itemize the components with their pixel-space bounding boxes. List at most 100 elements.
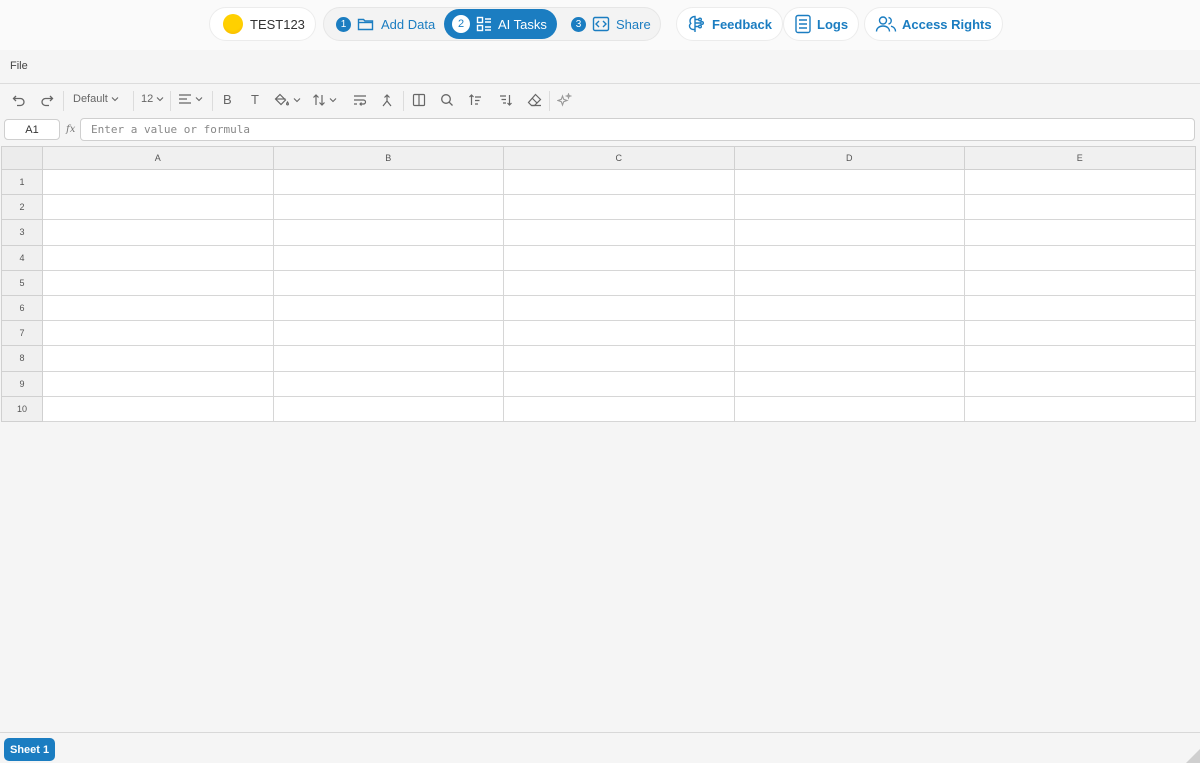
step-ai-tasks[interactable]: 2 AI Tasks (444, 9, 557, 39)
access-rights-button[interactable]: Access Rights (864, 7, 1003, 41)
grid-cell[interactable] (43, 371, 274, 397)
project-selector[interactable]: TEST123 (209, 7, 316, 41)
select-all-corner[interactable] (1, 146, 43, 170)
grid-cell[interactable] (43, 195, 274, 221)
font-family-select[interactable]: Default (73, 93, 119, 105)
row-header[interactable]: 9 (1, 371, 43, 397)
column-header[interactable]: B (273, 146, 504, 170)
file-menu[interactable]: File (10, 60, 28, 72)
grid-cell[interactable] (273, 346, 504, 372)
text-style-button[interactable]: T (251, 92, 259, 107)
grid-cell[interactable] (965, 396, 1196, 422)
grid-cell[interactable] (965, 296, 1196, 322)
grid-cell[interactable] (273, 296, 504, 322)
grid-cell[interactable] (734, 270, 965, 296)
row-header[interactable]: 7 (1, 321, 43, 347)
grid-cell[interactable] (965, 346, 1196, 372)
grid-cell[interactable] (43, 296, 274, 322)
wrap-text-icon[interactable] (353, 93, 367, 107)
row-header[interactable]: 1 (1, 170, 43, 196)
grid-cell[interactable] (734, 296, 965, 322)
grid-cell[interactable] (273, 396, 504, 422)
bold-button[interactable]: B (223, 92, 232, 107)
grid-cell[interactable] (504, 245, 735, 271)
grid-cell[interactable] (43, 245, 274, 271)
grid-cell[interactable] (43, 170, 274, 196)
grid-cell[interactable] (273, 220, 504, 246)
logs-button[interactable]: Logs (783, 7, 860, 41)
chevron-down-icon (293, 97, 301, 103)
column-header[interactable]: C (504, 146, 735, 170)
grid-cell[interactable] (965, 170, 1196, 196)
grid-cell[interactable] (734, 220, 965, 246)
sort-select[interactable] (312, 93, 337, 107)
row-header[interactable]: 6 (1, 296, 43, 322)
font-size-select[interactable]: 12 (141, 93, 164, 105)
grid-cell[interactable] (504, 321, 735, 347)
formula-input[interactable] (80, 118, 1195, 141)
grid-cell[interactable] (734, 346, 965, 372)
grid-cell[interactable] (43, 270, 274, 296)
row-header[interactable]: 10 (1, 396, 43, 422)
grid-cell[interactable] (504, 220, 735, 246)
redo-icon[interactable] (40, 93, 54, 107)
fill-color-select[interactable] (274, 93, 301, 107)
row-header[interactable]: 5 (1, 270, 43, 296)
feedback-button[interactable]: Feedback (676, 7, 783, 41)
grid-cell[interactable] (965, 220, 1196, 246)
row-header[interactable]: 8 (1, 346, 43, 372)
column-header[interactable]: E (965, 146, 1196, 170)
grid-cell[interactable] (965, 270, 1196, 296)
search-icon[interactable] (440, 93, 454, 107)
grid-cell[interactable] (965, 195, 1196, 221)
row-header[interactable]: 2 (1, 195, 43, 221)
grid-cell[interactable] (504, 170, 735, 196)
grid-cell[interactable] (965, 371, 1196, 397)
toolbar-divider (63, 91, 64, 111)
ai-sparkle-icon[interactable] (557, 93, 572, 108)
grid-cell[interactable] (734, 245, 965, 271)
sort-ascending-icon[interactable] (468, 93, 482, 107)
grid-cell[interactable] (965, 321, 1196, 347)
merge-icon[interactable] (380, 93, 394, 107)
grid-cell[interactable] (504, 296, 735, 322)
grid-cell[interactable] (504, 346, 735, 372)
column-header[interactable]: A (43, 146, 274, 170)
grid-cell[interactable] (273, 195, 504, 221)
grid-cell[interactable] (43, 321, 274, 347)
cell-reference-box[interactable]: A1 (4, 119, 60, 140)
align-select[interactable] (178, 93, 203, 105)
sort-descending-icon[interactable] (499, 93, 513, 107)
grid-cell[interactable] (734, 371, 965, 397)
grid-cell[interactable] (43, 396, 274, 422)
grid-cell[interactable] (273, 245, 504, 271)
row-header[interactable]: 3 (1, 220, 43, 246)
step-number: 3 (571, 16, 586, 32)
step-add-data[interactable]: 1 Add Data (336, 9, 435, 39)
grid-cell[interactable] (734, 321, 965, 347)
grid-cell[interactable] (734, 195, 965, 221)
step-number: 2 (452, 15, 470, 33)
eraser-icon[interactable] (527, 93, 542, 107)
sheet-tab[interactable]: Sheet 1 (4, 738, 56, 761)
grid-cell[interactable] (965, 245, 1196, 271)
column-header[interactable]: D (734, 146, 965, 170)
grid-cell[interactable] (734, 396, 965, 422)
grid-cell[interactable] (43, 346, 274, 372)
split-columns-icon[interactable] (412, 93, 426, 107)
grid-cell[interactable] (734, 170, 965, 196)
resize-handle[interactable] (1186, 749, 1200, 763)
grid-cell[interactable] (43, 220, 274, 246)
grid-cell[interactable] (504, 195, 735, 221)
grid-cell[interactable] (504, 270, 735, 296)
logs-label: Logs (817, 16, 849, 32)
grid-cell[interactable] (273, 270, 504, 296)
grid-cell[interactable] (273, 371, 504, 397)
grid-cell[interactable] (273, 170, 504, 196)
grid-cell[interactable] (504, 396, 735, 422)
step-share[interactable]: 3 Share (571, 9, 651, 39)
grid-cell[interactable] (504, 371, 735, 397)
row-header[interactable]: 4 (1, 245, 43, 271)
undo-icon[interactable] (12, 93, 26, 107)
grid-cell[interactable] (273, 321, 504, 347)
